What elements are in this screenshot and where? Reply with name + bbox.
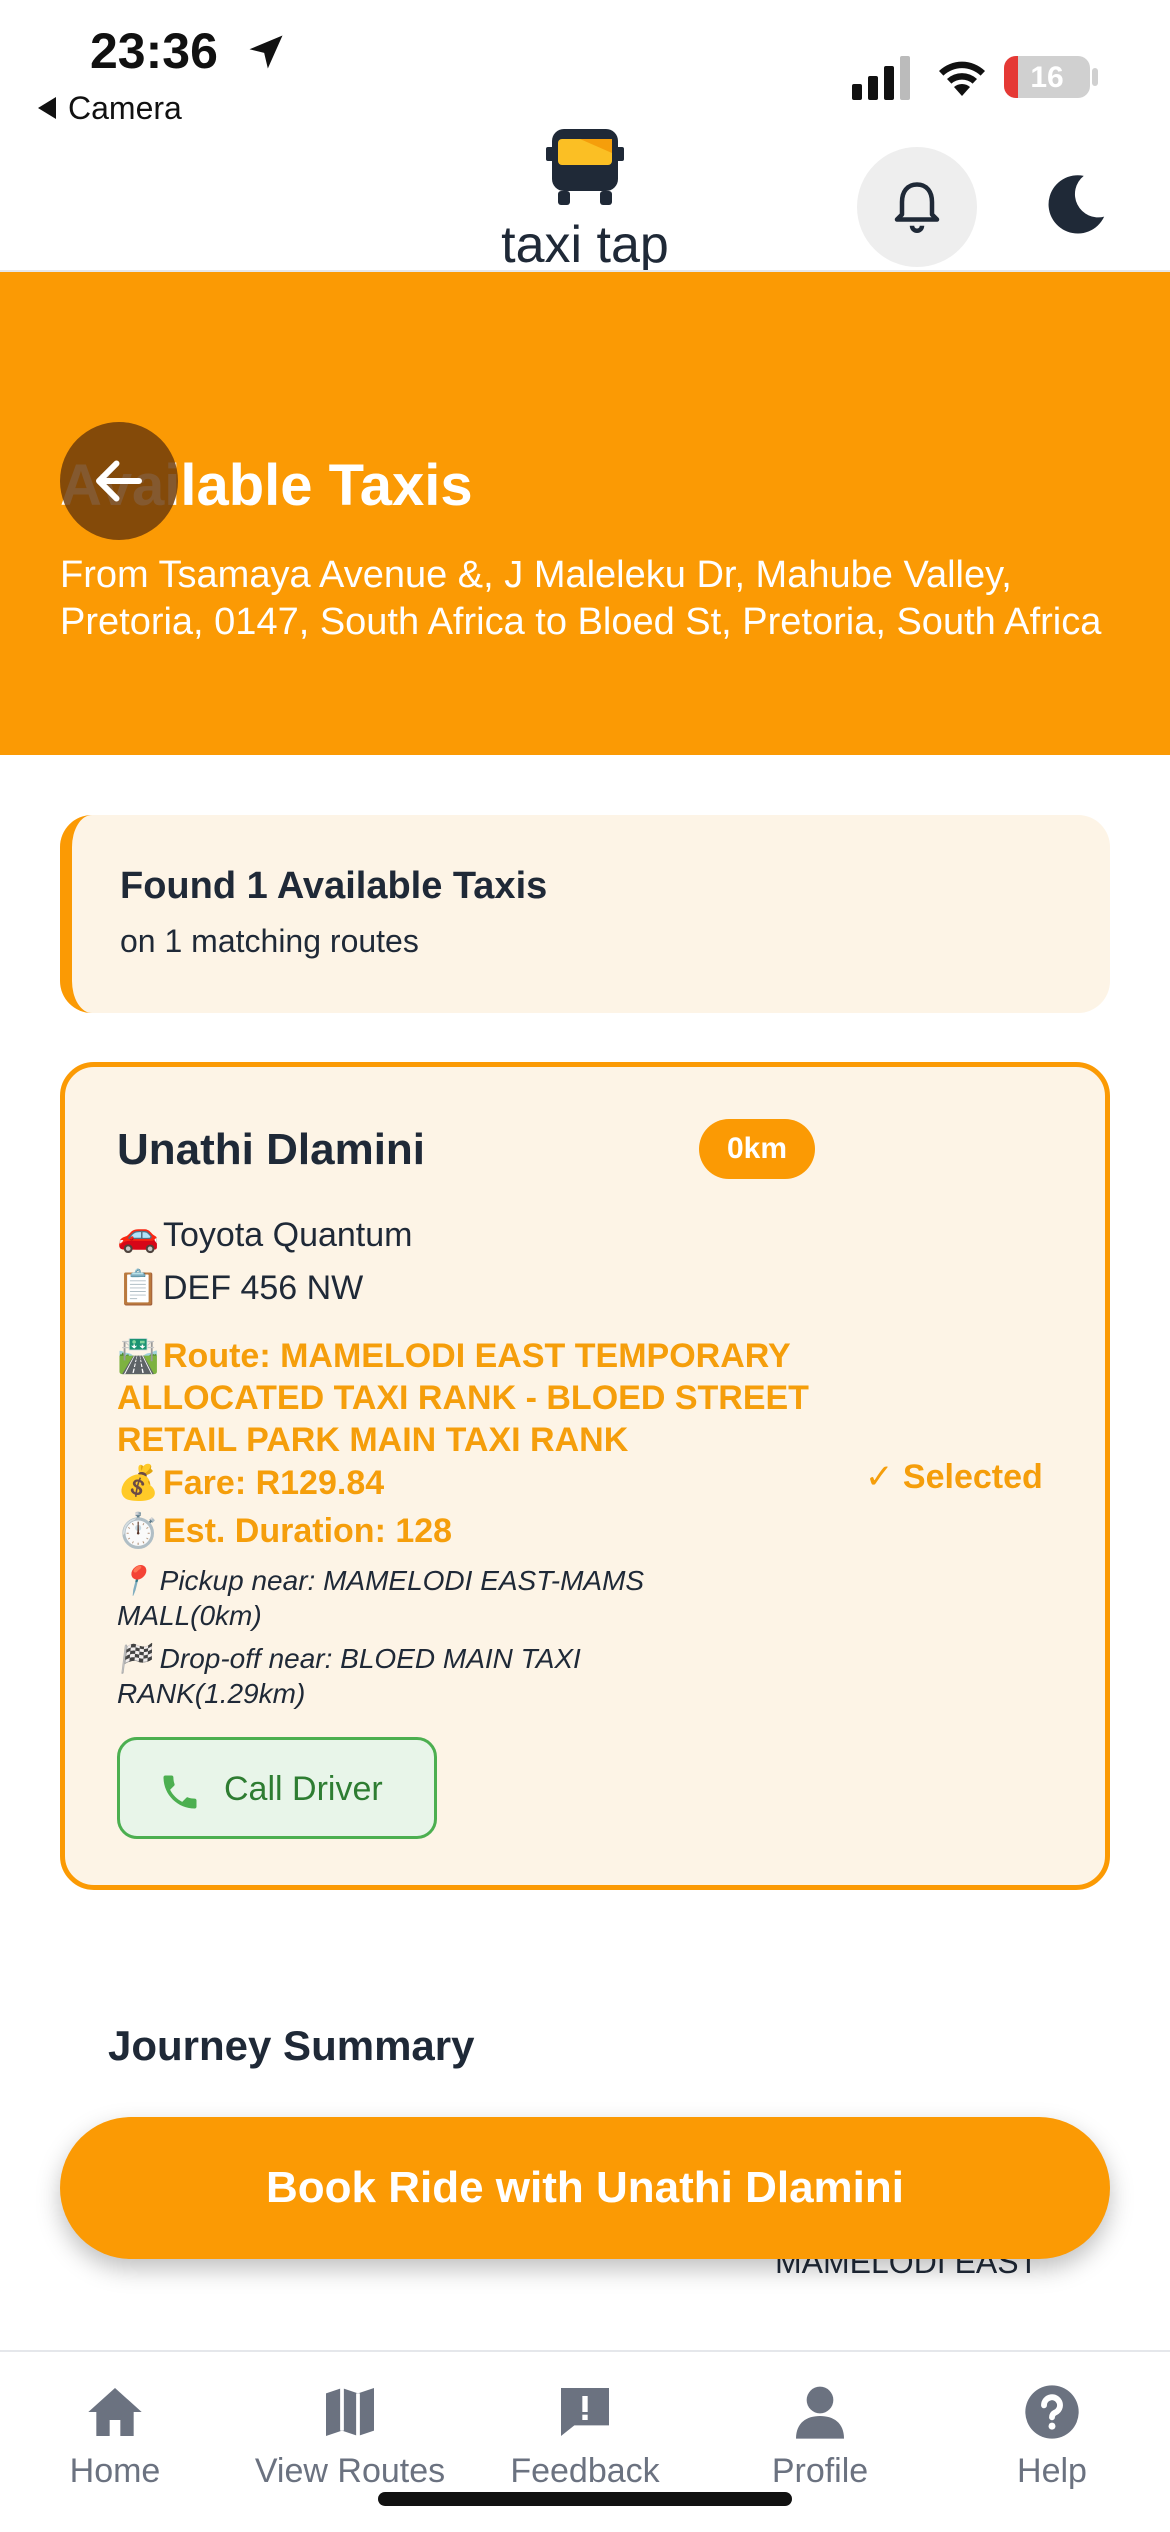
call-driver-label: Call Driver [224, 1770, 383, 1808]
journey-summary-heading: Journey Summary [108, 2022, 475, 2069]
nav-home-label: Home [69, 2452, 161, 2490]
cellular-signal-icon [852, 56, 910, 100]
profile-icon [796, 2386, 844, 2439]
battery-indicator: 16 [1004, 56, 1090, 98]
nav-feedback[interactable]: Feedback [475, 2380, 695, 2491]
logo-text: taxi tap [501, 216, 669, 274]
nav-feedback-label: Feedback [510, 2452, 660, 2490]
route-description: From Tsamaya Avenue &, J Maleleku Dr, Ma… [60, 554, 1102, 643]
status-time: 23:36 [90, 23, 218, 79]
arrow-left-icon [96, 460, 142, 502]
road-icon: 🛣️ [117, 1337, 160, 1375]
money-bag-icon: 💰 [117, 1464, 160, 1502]
taxi-option-card[interactable]: Unathi Dlamini 0km 🚗 Toyota Quantum 📋 DEF … [60, 1062, 1110, 1890]
route-row: 🛣️ Route: MAMELODI EAST TEMPORARY ALLOCAT… [117, 1335, 837, 1461]
wifi-icon [939, 61, 985, 96]
book-ride-button[interactable]: Book Ride with Unathi Dlamini [60, 2117, 1110, 2259]
battery-level: 16 [1030, 61, 1064, 94]
nav-home[interactable]: Home [5, 2380, 225, 2491]
stopwatch-icon: ⏱️ [117, 1512, 160, 1550]
duration-value: Est. Duration: 128 [163, 1512, 453, 1550]
back-app-label: Camera [68, 90, 182, 126]
app-logo: taxi tap [490, 125, 680, 285]
status-bar: 23:36 Camera 16 [0, 0, 1170, 140]
help-icon [1025, 2385, 1079, 2439]
results-routes: on 1 matching routes [120, 923, 419, 959]
driver-name: Unathi Dlamini [117, 1125, 426, 1174]
distance-badge: 0km [699, 1119, 815, 1179]
taxi-logo-icon [546, 129, 624, 205]
nav-profile[interactable]: Profile [710, 2380, 930, 2491]
bell-icon [894, 182, 940, 233]
car-icon: 🚗 [117, 1216, 160, 1254]
clipboard-icon: 📋 [117, 1269, 160, 1307]
nav-help-label: Help [1017, 2452, 1087, 2490]
moon-icon[interactable] [1040, 170, 1110, 240]
feedback-icon [561, 2388, 609, 2436]
duration-row: ⏱️ Est. Duration: 128 [117, 1511, 452, 1551]
phone-icon [163, 1775, 197, 1809]
checkered-flag-icon: 🏁 [117, 1643, 152, 1674]
back-button[interactable] [60, 422, 178, 540]
pickup-row: 📍 Pickup near: MAMELODI EAST-MAMS MALL(0… [117, 1563, 757, 1633]
dropoff-row: 🏁 Drop-off near: BLOED MAIN TAXI RANK(1.… [117, 1641, 757, 1711]
dropoff-text: Drop-off near: BLOED MAIN TAXI RANK(1.29… [117, 1643, 581, 1709]
nav-profile-label: Profile [771, 2452, 869, 2490]
nav-view-routes[interactable]: View Routes [240, 2380, 460, 2491]
nav-view-routes-label: View Routes [254, 2452, 446, 2490]
plate-number: DEF 456 NW [163, 1269, 364, 1307]
nav-help[interactable]: Help [942, 2380, 1162, 2491]
home-indicator[interactable] [378, 2492, 792, 2506]
fare-amount: Fare: R129.84 [163, 1464, 385, 1502]
back-triangle-icon [38, 96, 56, 119]
notifications-button[interactable] [857, 147, 977, 267]
home-icon [88, 2388, 142, 2436]
battery-nub [1092, 68, 1098, 86]
results-count: Found 1 Available Taxis [120, 865, 548, 907]
plate-row: 📋 DEF 456 NW [117, 1268, 363, 1308]
location-arrow-icon [249, 35, 283, 69]
hero-banner: Available Taxis From Tsamaya Avenue &, J… [0, 272, 1170, 755]
pin-icon: 📍 [117, 1565, 152, 1596]
route-name: Route: MAMELODI EAST TEMPORARY ALLOCATED… [117, 1337, 809, 1459]
call-driver-button[interactable]: Call Driver [117, 1737, 437, 1839]
vehicle-row: 🚗 Toyota Quantum [117, 1215, 412, 1255]
fare-row: 💰 Fare: R129.84 [117, 1463, 384, 1503]
map-icon [326, 2388, 374, 2436]
vehicle-model: Toyota Quantum [163, 1216, 413, 1254]
pickup-text: Pickup near: MAMELODI EAST-MAMS MALL(0km… [117, 1565, 645, 1631]
back-to-camera-link[interactable]: Camera [38, 90, 182, 127]
selected-status: ✓ Selected [865, 1458, 1043, 1496]
results-summary-card: Found 1 Available Taxis on 1 matching ro… [60, 815, 1110, 1013]
